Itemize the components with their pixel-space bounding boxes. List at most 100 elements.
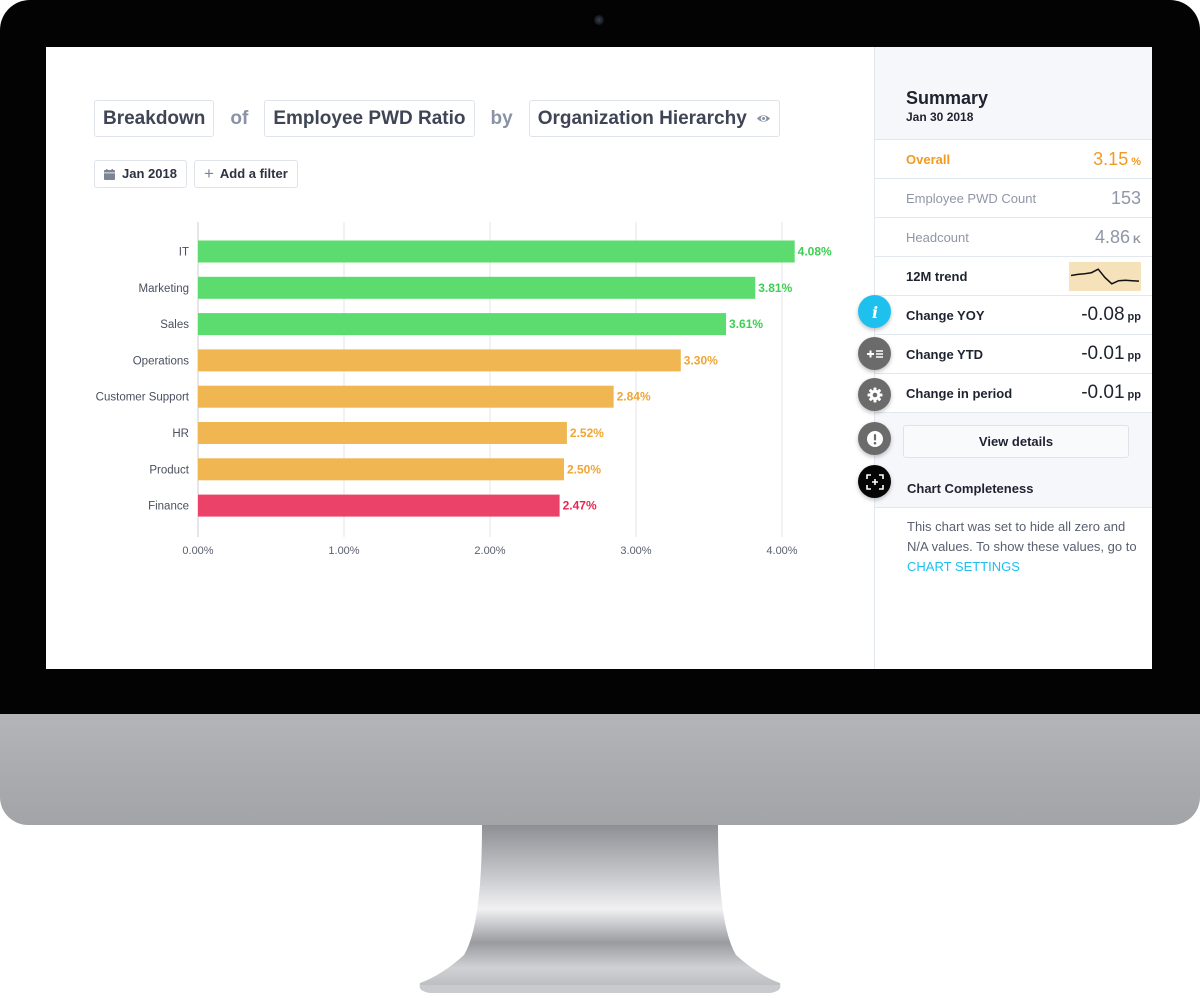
x-tick-label: 1.00% xyxy=(328,545,359,557)
headcount-unit: K xyxy=(1133,233,1141,246)
bar-marketing xyxy=(198,276,756,299)
settings-button[interactable] xyxy=(858,378,891,411)
value-label: 3.81% xyxy=(758,281,792,295)
summary-panel: Summary Jan 30 2018 Overall 3.15% Employ… xyxy=(874,47,1152,669)
bar-sales xyxy=(198,313,727,336)
change-period-label: Change in period xyxy=(906,385,1013,401)
plus-icon: + xyxy=(203,164,214,183)
pwd-count-value: 153 xyxy=(1110,187,1141,208)
calendar-icon xyxy=(104,168,115,180)
change-period-number: -0.01 xyxy=(1081,382,1125,403)
bar-operations xyxy=(198,349,681,372)
overall-number: 3.15 xyxy=(1093,148,1129,169)
value-label: 3.30% xyxy=(684,353,718,367)
add-filter-label: Add a filter xyxy=(219,166,288,181)
change-yoy-row: Change YOY -0.08 pp xyxy=(875,296,1152,335)
metric-selector[interactable]: Employee PWD Ratio xyxy=(264,100,475,137)
info-icon: i xyxy=(871,304,877,320)
change-yoy-number: -0.08 xyxy=(1081,304,1125,325)
view-details-area: View details xyxy=(875,413,1152,469)
summary-title: Summary xyxy=(906,88,989,108)
change-period-value: -0.01 pp xyxy=(1081,382,1141,404)
category-label: Marketing xyxy=(139,283,190,295)
chart-completeness-text: This chart was set to hide all zero and … xyxy=(875,508,1152,577)
bar-finance xyxy=(198,494,560,517)
svg-text:i: i xyxy=(871,304,877,320)
date-filter-button[interactable]: Jan 2018 xyxy=(94,160,187,188)
dimension-selector[interactable]: Organization Hierarchy xyxy=(528,100,780,137)
category-label: Customer Support xyxy=(96,392,190,404)
x-tick-label: 4.00% xyxy=(766,545,797,557)
overall-value: 3.15% xyxy=(1093,149,1141,170)
add-list-button[interactable] xyxy=(858,337,891,370)
pwd-count-row: Employee PWD Count 153 xyxy=(875,179,1152,218)
x-tick-label: 3.00% xyxy=(620,545,651,557)
headcount-label: Headcount xyxy=(906,229,969,245)
gear-icon xyxy=(867,387,882,402)
query-builder: Breakdown of Employee PWD Ratio by Organ… xyxy=(94,100,780,137)
overall-row: Overall 3.15% xyxy=(875,140,1152,179)
bar-product xyxy=(198,458,564,481)
pwd-count-label: Employee PWD Count xyxy=(906,190,1037,206)
change-yoy-unit: pp xyxy=(1127,311,1141,323)
change-ytd-label: Change YTD xyxy=(906,346,984,362)
category-label: HR xyxy=(172,428,189,440)
change-yoy-value: -0.08 pp xyxy=(1081,304,1141,326)
headcount-number: 4.86 xyxy=(1095,226,1131,247)
x-tick-label: 0.00% xyxy=(182,545,213,557)
monitor-stand xyxy=(419,825,781,993)
value-label: 2.84% xyxy=(617,390,651,404)
expand-icon xyxy=(865,473,884,490)
measure-type-selector[interactable]: Breakdown xyxy=(94,100,215,137)
change-yoy-label: Change YOY xyxy=(906,307,985,323)
date-filter-label: Jan 2018 xyxy=(122,166,177,181)
value-label: 2.47% xyxy=(563,499,597,513)
change-ytd-unit: pp xyxy=(1127,350,1141,362)
trend-sparkline[interactable] xyxy=(1069,261,1141,291)
sparkline-path xyxy=(1070,267,1140,285)
expand-button[interactable] xyxy=(858,465,891,498)
category-label: Sales xyxy=(160,319,189,331)
change-ytd-row: Change YTD -0.01 pp xyxy=(875,335,1152,374)
alert-button[interactable] xyxy=(858,422,891,455)
change-ytd-number: -0.01 xyxy=(1081,343,1125,364)
connector-by: by xyxy=(490,107,513,129)
dimension-label: Organization Hierarchy xyxy=(537,108,747,129)
category-label: Operations xyxy=(133,355,190,367)
category-label: Finance xyxy=(148,501,189,513)
overall-unit: % xyxy=(1131,155,1141,168)
trend-row: 12M trend xyxy=(875,257,1152,296)
headcount-value: 4.86 K xyxy=(1095,227,1141,248)
headcount-row: Headcount 4.86 K xyxy=(875,218,1152,257)
breakdown-chart: 0.00% 1.00% 2.00% 3.00% 4.00% IT 4.08% Marketin… xyxy=(46,217,866,567)
value-label: 4.08% xyxy=(798,245,832,259)
trend-label: 12M trend xyxy=(906,268,968,284)
info-button[interactable]: i xyxy=(858,295,891,328)
monitor-chin xyxy=(0,714,1200,825)
camera-icon xyxy=(594,15,604,25)
value-label: 3.61% xyxy=(729,317,763,331)
value-label: 2.50% xyxy=(567,462,601,476)
change-period-unit: pp xyxy=(1127,389,1141,401)
overall-label: Overall xyxy=(906,151,951,167)
chart-completeness-title: Chart Completeness xyxy=(875,469,1152,508)
app-screen: Breakdown of Employee PWD Ratio by Organ… xyxy=(46,47,1152,669)
change-period-row: Change in period -0.01 pp xyxy=(875,374,1152,413)
measure-type-label: Breakdown xyxy=(103,108,206,129)
summary-header: Summary Jan 30 2018 xyxy=(875,47,1152,140)
bar-chart-svg: 0.00% 1.00% 2.00% 3.00% 4.00% IT 4.08% Marketin… xyxy=(96,222,832,557)
add-filter-button[interactable]: + Add a filter xyxy=(193,160,298,188)
category-label: IT xyxy=(179,247,189,259)
eye-icon[interactable] xyxy=(756,111,771,126)
chart-settings-link[interactable]: CHART SETTINGS xyxy=(907,559,1020,574)
value-label: 2.52% xyxy=(570,426,604,440)
filter-bar: Jan 2018 + Add a filter xyxy=(94,160,305,188)
bar-it xyxy=(198,240,795,263)
x-tick-label: 2.00% xyxy=(474,545,505,557)
add-list-icon xyxy=(866,349,883,358)
bar-customer-support xyxy=(198,385,614,408)
view-details-button[interactable]: View details xyxy=(903,424,1129,458)
alert-icon xyxy=(866,430,883,447)
completeness-message: This chart was set to hide all zero and … xyxy=(907,519,1137,554)
metric-label: Employee PWD Ratio xyxy=(273,108,466,129)
